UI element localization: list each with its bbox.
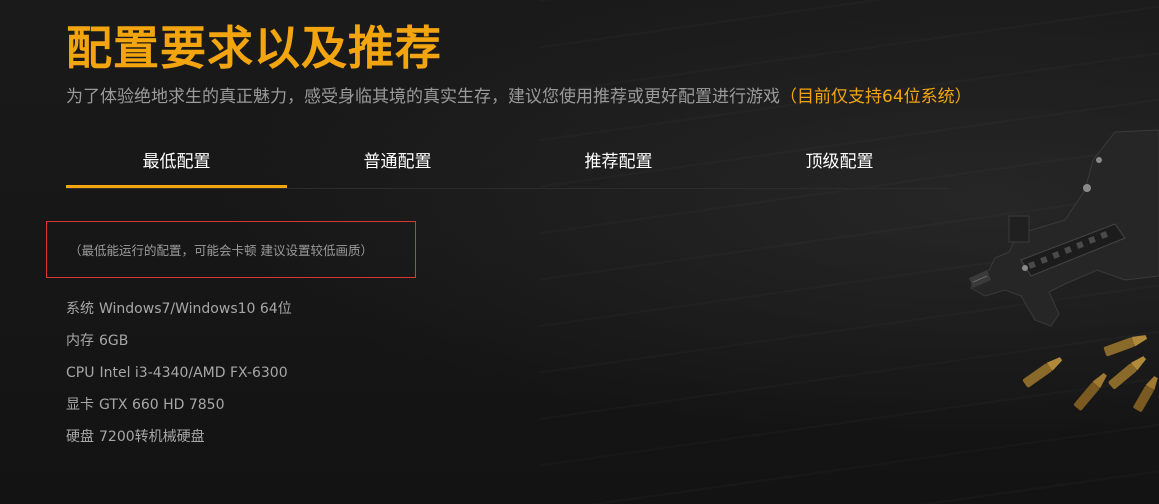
- spec-value: 6GB: [99, 333, 129, 349]
- spec-label: CPU: [66, 365, 95, 381]
- spec-gpu: 显卡 GTX 660 HD 7850: [66, 394, 292, 426]
- config-tabs: 最低配置 普通配置 推荐配置 顶级配置: [66, 146, 950, 189]
- rifle-and-bullets-image: [969, 129, 1159, 412]
- spec-label: 内存: [66, 333, 94, 349]
- spec-label: 硬盘: [66, 429, 94, 445]
- tab-minimum[interactable]: 最低配置: [66, 146, 287, 188]
- spec-label: 系统: [66, 301, 94, 317]
- subtitle-highlight: （目前仅支持64位系统）: [780, 87, 972, 107]
- config-note: （最低能运行的配置，可能会卡顿 建议设置较低画质）: [69, 243, 373, 258]
- subtitle-text: 为了体验绝地求生的真正魅力，感受身临其境的真实生存，建议您使用推荐或更好配置进行…: [66, 87, 780, 107]
- tab-recommended[interactable]: 推荐配置: [508, 146, 729, 188]
- page-subtitle: 为了体验绝地求生的真正魅力，感受身临其境的真实生存，建议您使用推荐或更好配置进行…: [66, 82, 972, 107]
- spec-disk: 硬盘 7200转机械硬盘: [66, 426, 292, 458]
- spec-label: 显卡: [66, 397, 94, 413]
- tab-top[interactable]: 顶级配置: [729, 146, 950, 188]
- spec-value: GTX 660 HD 7850: [99, 397, 225, 413]
- config-section: 配置要求以及推荐 为了体验绝地求生的真正魅力，感受身临其境的真实生存，建议您使用…: [0, 0, 1159, 504]
- spec-list: 系统 Windows7/Windows10 64位 内存 6GB CPU Intel …: [66, 298, 292, 458]
- spec-cpu: CPU Intel i3-4340/AMD FX-6300: [66, 362, 292, 394]
- tab-normal[interactable]: 普通配置: [287, 146, 508, 188]
- rifle-icon: [969, 129, 1159, 327]
- spec-memory: 内存 6GB: [66, 330, 292, 362]
- bullets-icon: [1022, 335, 1158, 412]
- config-note-box: （最低能运行的配置，可能会卡顿 建议设置较低画质）: [46, 221, 416, 278]
- spec-value: 7200转机械硬盘: [99, 429, 205, 445]
- spec-value: Windows7/Windows10 64位: [99, 301, 292, 317]
- spec-os: 系统 Windows7/Windows10 64位: [66, 298, 292, 330]
- page-title: 配置要求以及推荐: [66, 21, 442, 75]
- spec-value: Intel i3-4340/AMD FX-6300: [99, 365, 288, 381]
